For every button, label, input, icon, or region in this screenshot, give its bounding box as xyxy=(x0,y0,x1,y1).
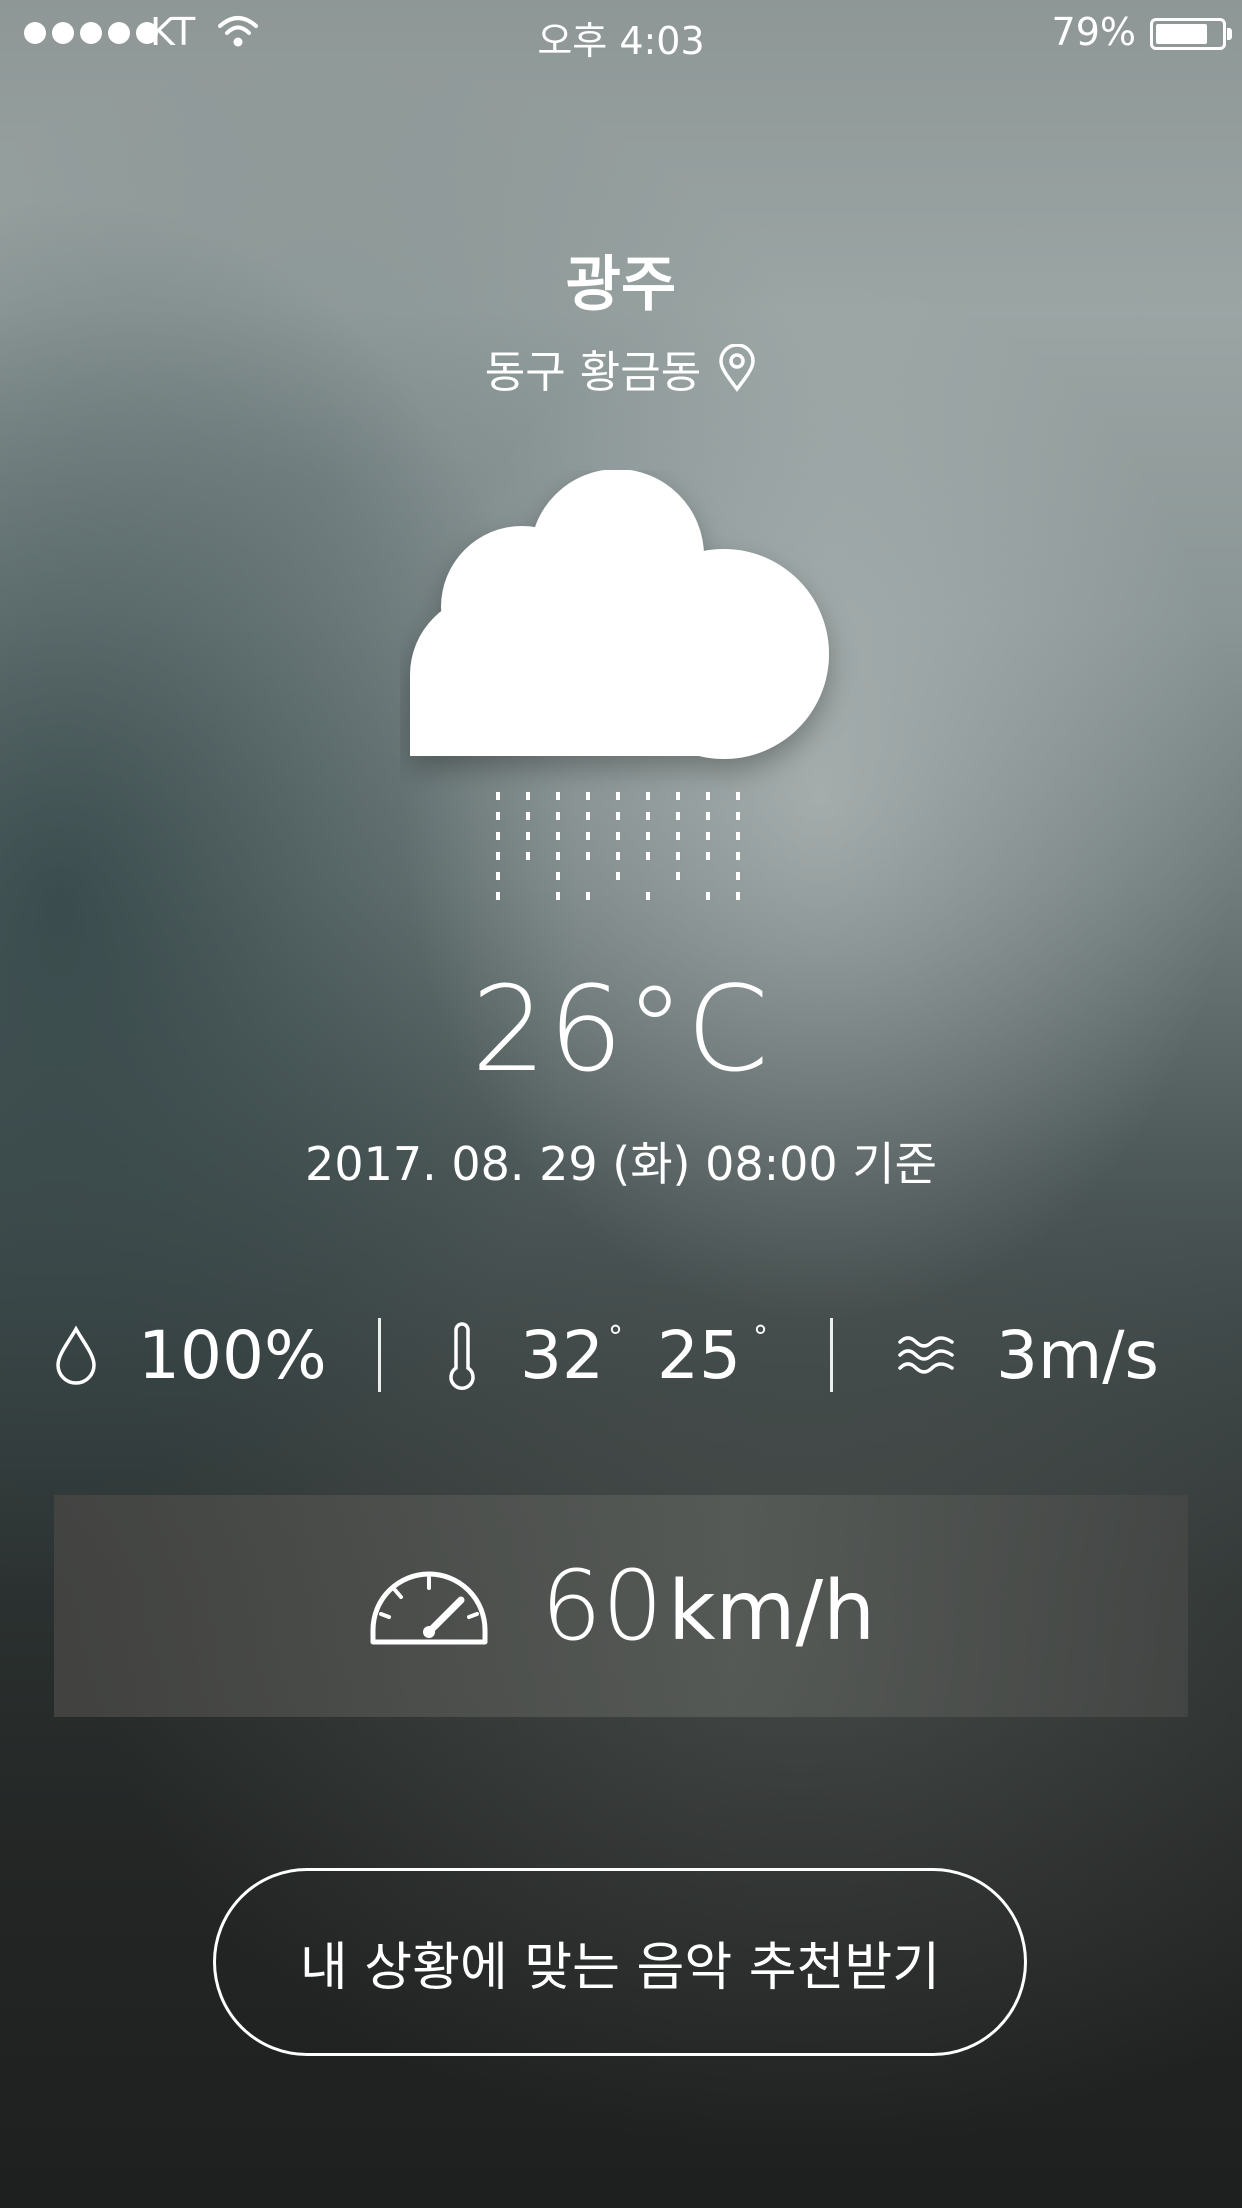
raindrop xyxy=(706,852,710,860)
speed-unit: km/h xyxy=(668,1564,876,1659)
raindrop xyxy=(646,812,650,820)
raindrop xyxy=(676,832,680,840)
recommend-music-label: 내 상황에 맞는 음악 추천받기 xyxy=(299,1937,941,1998)
raindrop xyxy=(676,792,680,800)
raindrop xyxy=(496,892,500,900)
raindrop xyxy=(556,872,560,880)
raindrop xyxy=(496,832,500,840)
speed-readout: 60 km/h xyxy=(541,1550,875,1662)
humidity-stat: 100% xyxy=(54,1300,327,1410)
district-name: 동구 황금동 xyxy=(484,347,702,398)
raindrop xyxy=(646,792,650,800)
district-row[interactable]: 동구 황금동 xyxy=(0,336,1242,400)
rain-cloud-icon xyxy=(400,469,860,910)
raindrop xyxy=(586,792,590,800)
raindrop xyxy=(556,792,560,800)
water-drop-icon xyxy=(56,1325,96,1385)
raindrop xyxy=(646,852,650,860)
raindrop xyxy=(616,872,620,880)
wind-stat: 3m/s xyxy=(896,1300,1159,1410)
raindrop xyxy=(496,792,500,800)
raindrop xyxy=(706,892,710,900)
raindrop xyxy=(526,852,530,860)
high-degree-symbol: ° xyxy=(607,1319,623,1355)
raindrop xyxy=(736,892,740,900)
raindrop xyxy=(736,872,740,880)
raindrop xyxy=(496,812,500,820)
thermometer-icon xyxy=(449,1322,475,1390)
stat-divider xyxy=(378,1318,381,1392)
humidity-value: 100% xyxy=(138,1316,327,1394)
wind-value: 3m/s xyxy=(996,1316,1159,1394)
observation-date: 2017. 08. 29 (화) 08:00 기준 xyxy=(305,1137,937,1191)
raindrop xyxy=(676,852,680,860)
raindrop xyxy=(676,872,680,880)
stat-divider xyxy=(830,1318,833,1392)
battery-icon xyxy=(1150,18,1226,50)
raindrop xyxy=(736,852,740,860)
raindrop xyxy=(556,852,560,860)
speedometer-icon xyxy=(370,1571,488,1645)
raindrop xyxy=(616,852,620,860)
raindrop xyxy=(526,792,530,800)
raindrop xyxy=(736,832,740,840)
weather-stats: 100% 32 ° 25 ° 3m/s xyxy=(0,1300,1242,1410)
raindrop xyxy=(586,892,590,900)
raindrop xyxy=(526,832,530,840)
raindrop xyxy=(646,892,650,900)
raindrop xyxy=(556,892,560,900)
speed-value: 60 xyxy=(540,1550,664,1662)
raindrop xyxy=(586,832,590,840)
raindrop xyxy=(526,812,530,820)
raindrop xyxy=(706,812,710,820)
low-degree-symbol: ° xyxy=(752,1319,768,1355)
low-temperature: 25 xyxy=(656,1316,741,1394)
battery-percent: 79% xyxy=(1051,10,1136,54)
raindrop xyxy=(676,812,680,820)
recommend-music-button[interactable]: 내 상황에 맞는 음악 추천받기 xyxy=(213,1868,1027,2056)
high-temperature: 32 xyxy=(520,1316,604,1394)
raindrop xyxy=(586,852,590,860)
raindrop xyxy=(556,812,560,820)
wind-icon xyxy=(898,1336,954,1374)
raindrop xyxy=(616,812,620,820)
raindrop xyxy=(736,792,740,800)
raindrop xyxy=(586,812,590,820)
raindrop xyxy=(496,852,500,860)
raindrop xyxy=(736,812,740,820)
raindrop xyxy=(706,832,710,840)
raindrop xyxy=(556,832,560,840)
temperature-range-stat: 32 ° 25 ° xyxy=(444,1300,768,1410)
raindrop xyxy=(706,792,710,800)
city-name: 광주 xyxy=(565,250,677,320)
speed-panel: 60 km/h xyxy=(54,1495,1188,1717)
raindrop xyxy=(646,832,650,840)
raindrop xyxy=(496,872,500,880)
location-pin-icon xyxy=(719,344,755,392)
raindrop xyxy=(616,832,620,840)
current-temperature: 26°C xyxy=(471,960,771,1098)
status-bar: KT 오후 4:03 79% xyxy=(0,0,1242,64)
battery-tip xyxy=(1227,28,1232,40)
raindrop xyxy=(616,792,620,800)
